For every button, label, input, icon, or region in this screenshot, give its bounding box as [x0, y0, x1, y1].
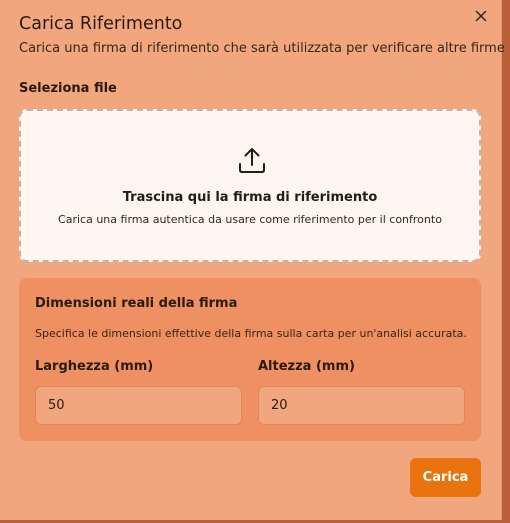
dropzone-title: Trascina qui la firma di riferimento [122, 190, 378, 205]
file-dropzone[interactable]: Trascina qui la firma di riferimento Car… [19, 109, 481, 262]
file-select-label: Seleziona file [19, 81, 117, 96]
dialog-title: Carica Riferimento [19, 14, 183, 34]
upload-button[interactable]: Carica [410, 458, 481, 497]
height-label: Altezza (mm) [258, 359, 355, 374]
dropzone-subtitle: Carica una firma autentica da usare come… [58, 213, 442, 226]
dimensions-description: Specifica le dimensioni effettive della … [35, 327, 467, 340]
dimensions-panel: Dimensioni reali della firma Specifica l… [19, 278, 481, 441]
height-input[interactable] [258, 386, 465, 425]
upload-icon [239, 148, 265, 173]
dialog-subtitle: Carica una firma di riferimento che sarà… [19, 41, 505, 56]
width-label: Larghezza (mm) [35, 359, 154, 374]
close-button[interactable] [472, 7, 490, 25]
width-input[interactable] [35, 386, 242, 425]
dimensions-title: Dimensioni reali della firma [35, 296, 238, 311]
upload-reference-dialog: Carica Riferimento Carica una firma di r… [0, 0, 505, 520]
close-icon [475, 10, 487, 22]
